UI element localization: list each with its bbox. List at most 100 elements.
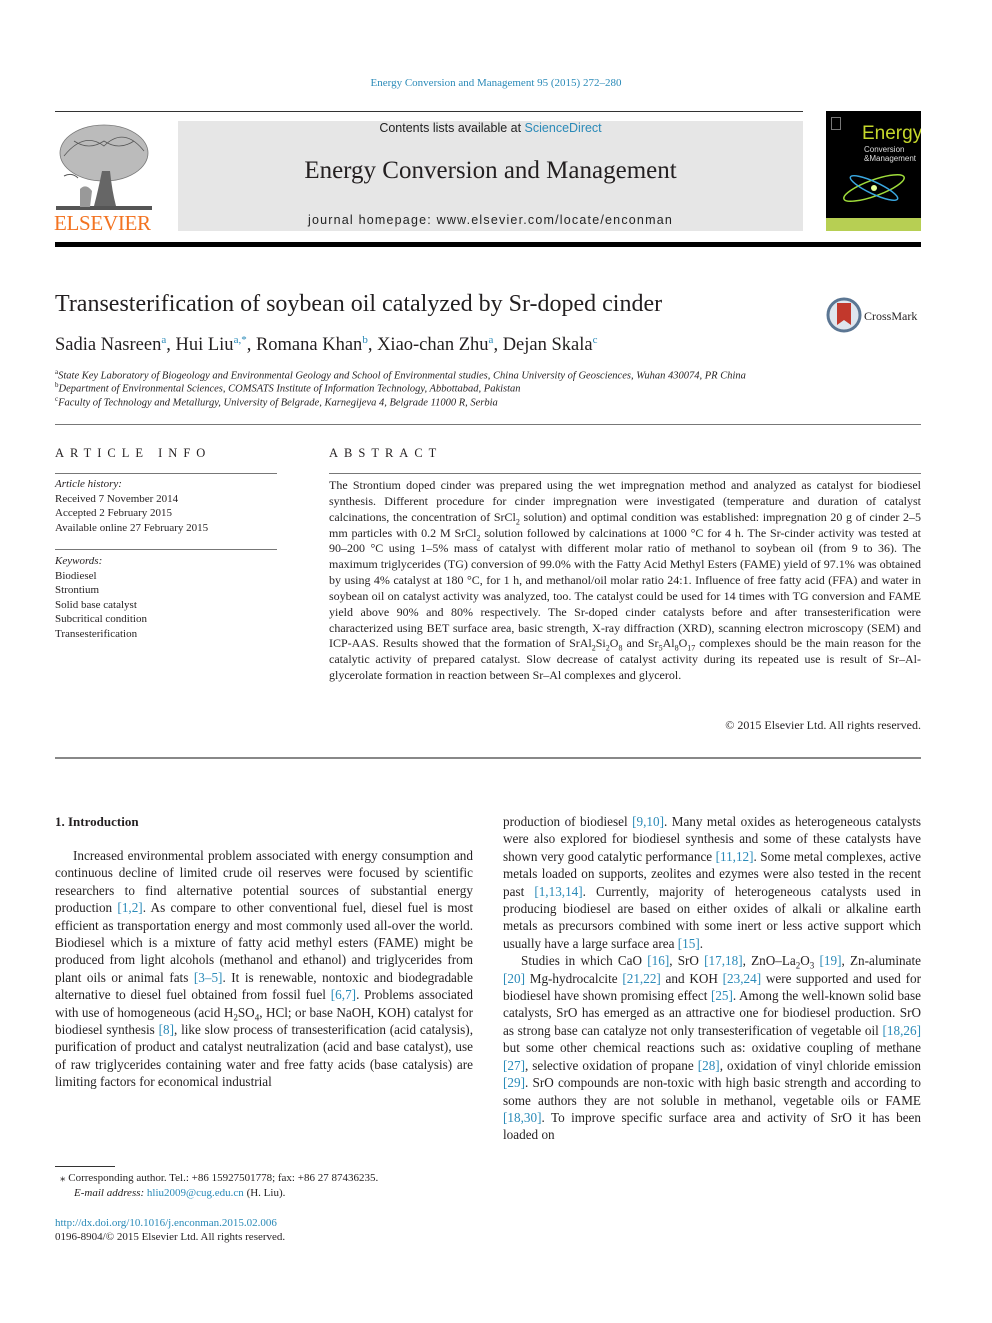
cover-title-energy: Energy [862, 123, 921, 144]
article-title: Transesterification of soybean oil catal… [55, 291, 663, 317]
journal-citation-link[interactable]: Energy Conversion and Management 95 (201… [0, 77, 992, 89]
affiliation-text: Department of Environmental Sciences, CO… [58, 383, 521, 395]
history-online: Available online 27 February 2015 [55, 521, 209, 534]
author-name[interactable]: Dejan Skala [503, 335, 593, 355]
citation-link[interactable]: [18,26] [883, 1023, 921, 1038]
author-name[interactable]: Romana Khan [256, 335, 362, 355]
affiliation-divider [55, 424, 921, 425]
section-heading-introduction: 1. Introduction [55, 814, 139, 829]
abstract-text: The Strontium doped cinder was prepared … [329, 478, 921, 684]
abstract-segment: Si [595, 636, 606, 651]
author-name[interactable]: Hui Liu [175, 335, 233, 355]
keyword: Solid base catalyst [55, 598, 137, 611]
keyword: Transesterification [55, 627, 138, 640]
citation-link[interactable]: [29] [503, 1075, 525, 1090]
keywords-label: Keywords: [55, 555, 103, 567]
issn-copyright: 0196-8904/© 2015 Elsevier Ltd. All right… [55, 1231, 286, 1243]
text-segment: , ZnO–La [742, 953, 796, 969]
citation-link[interactable]: [23,24] [723, 971, 761, 986]
abstract-segment: and Sr [622, 636, 659, 651]
text-segment: Mg-hydrocalcite [524, 970, 623, 986]
citation-link[interactable]: [3–5] [194, 970, 223, 985]
keyword: Subcritical condition [55, 613, 147, 625]
text-segment: . To improve specific surface area and a… [503, 1109, 921, 1143]
cover-footer-bar [826, 218, 921, 231]
text-segment: . [699, 935, 704, 951]
sciencedirect-link[interactable]: ScienceDirect [525, 121, 602, 135]
article-history: Article history: Received 7 November 201… [55, 477, 277, 535]
abstract-bottom-divider [55, 757, 921, 759]
citation-link[interactable]: [17,18] [704, 953, 742, 968]
author-affiliation-marker[interactable]: a [489, 334, 494, 346]
citation-link[interactable]: [15] [678, 936, 700, 951]
footnote-divider [55, 1166, 115, 1167]
text-segment: , oxidation of vinyl chloride emission [719, 1057, 921, 1073]
email-note: E-mail address: hliu2009@cug.edu.cn (H. … [74, 1187, 285, 1199]
citation-link[interactable]: [21,22] [622, 971, 660, 986]
article-history-label: Article history: [55, 478, 122, 490]
doi-link[interactable]: http://dx.doi.org/10.1016/j.enconman.201… [55, 1217, 277, 1229]
email-link[interactable]: hliu2009@cug.edu.cn [147, 1187, 244, 1199]
citation-link[interactable]: [16] [647, 953, 669, 968]
paragraph: production of biodiesel [9,10]. Many met… [503, 813, 921, 952]
keywords-divider [55, 549, 277, 550]
abstract-segment: O [678, 636, 688, 651]
article-info-heading: ARTICLE INFO [55, 446, 212, 460]
keywords-list: Keywords: Biodiesel Strontium Solid base… [55, 554, 277, 641]
abstract-copyright: © 2015 Elsevier Ltd. All rights reserved… [725, 718, 921, 732]
citation-link[interactable]: [1,2] [117, 900, 142, 915]
citation-link[interactable]: [6,7] [331, 987, 356, 1002]
crossmark-icon[interactable] [826, 297, 862, 333]
journal-cover-image[interactable]: Energy Conversion &Management [826, 111, 921, 231]
citation-link[interactable]: [1,13,14] [534, 884, 582, 899]
elsevier-wordmark: ELSEVIER [54, 211, 151, 235]
email-suffix: (H. Liu). [243, 1187, 286, 1199]
affiliation: aState Key Laboratory of Biogeology and … [55, 368, 746, 382]
citation-link[interactable]: [9,10] [632, 814, 664, 829]
header-divider [55, 111, 803, 112]
abstract-segment: Al [662, 636, 675, 651]
corresponding-author-note: ⁎ Corresponding author. Tel.: +86 159275… [60, 1172, 379, 1184]
citation-link[interactable]: [19] [819, 953, 841, 968]
author-affiliation-marker[interactable]: a [161, 334, 166, 346]
text-segment: , SrO [669, 953, 705, 969]
citation-link[interactable]: [11,12] [716, 849, 754, 864]
keyword: Strontium [55, 584, 100, 596]
contents-prefix: Contents lists available at [379, 121, 525, 135]
journal-homepage-line: journal homepage: www.elsevier.com/locat… [178, 213, 803, 227]
abstract-segment: solution followed by calcinations at 100… [329, 525, 922, 651]
crossmark-label[interactable]: CrossMark [864, 309, 917, 324]
affiliation: cFaculty of Technology and Metallurgy, U… [55, 395, 498, 409]
text-segment: , Zn-aluminate [841, 953, 921, 969]
keyword: Biodiesel [55, 569, 97, 582]
email-label: E-mail address: [74, 1187, 147, 1199]
history-received: Received 7 November 2014 [55, 492, 179, 505]
history-accepted: Accepted 2 February 2015 [55, 507, 172, 519]
cover-subtitle: Conversion &Management [864, 145, 916, 163]
article-info-divider [55, 473, 277, 474]
citation-link[interactable]: [28] [698, 1058, 720, 1073]
citation-link[interactable]: [25] [711, 988, 733, 1003]
author-affiliation-marker[interactable]: c [593, 334, 598, 346]
author-affiliation-marker[interactable]: a,* [234, 334, 247, 346]
citation-link[interactable]: [27] [503, 1058, 525, 1073]
author-name[interactable]: Xiao-chan Zhu [377, 335, 488, 355]
citation-link[interactable]: [20] [503, 971, 525, 986]
citation-link[interactable]: [18,30] [503, 1110, 541, 1125]
author-affiliation-marker[interactable]: b [362, 334, 368, 346]
text-segment: Studies in which CaO [521, 953, 648, 969]
cover-elsevier-logo-icon [831, 117, 841, 130]
affiliation: bDepartment of Environmental Sciences, C… [55, 381, 521, 395]
cover-subtitle-line: &Management [864, 154, 917, 163]
homepage-prefix: journal homepage: [307, 213, 437, 227]
citation-link[interactable]: [8] [159, 1022, 174, 1037]
text-segment: , selective oxidation of propane [524, 1057, 698, 1073]
header-thick-divider [55, 242, 921, 247]
paragraph: Studies in which CaO [16], SrO [17,18], … [503, 952, 921, 1143]
homepage-url-link[interactable]: www.elsevier.com/locate/enconman [437, 213, 673, 227]
author-name[interactable]: Sadia Nasreen [55, 335, 161, 355]
text-segment: O [800, 953, 810, 969]
affiliation-text: Faculty of Technology and Metallurgy, Un… [58, 397, 498, 409]
body-column-right: production of biodiesel [9,10]. Many met… [503, 813, 921, 1144]
text-segment: and KOH [660, 970, 723, 986]
